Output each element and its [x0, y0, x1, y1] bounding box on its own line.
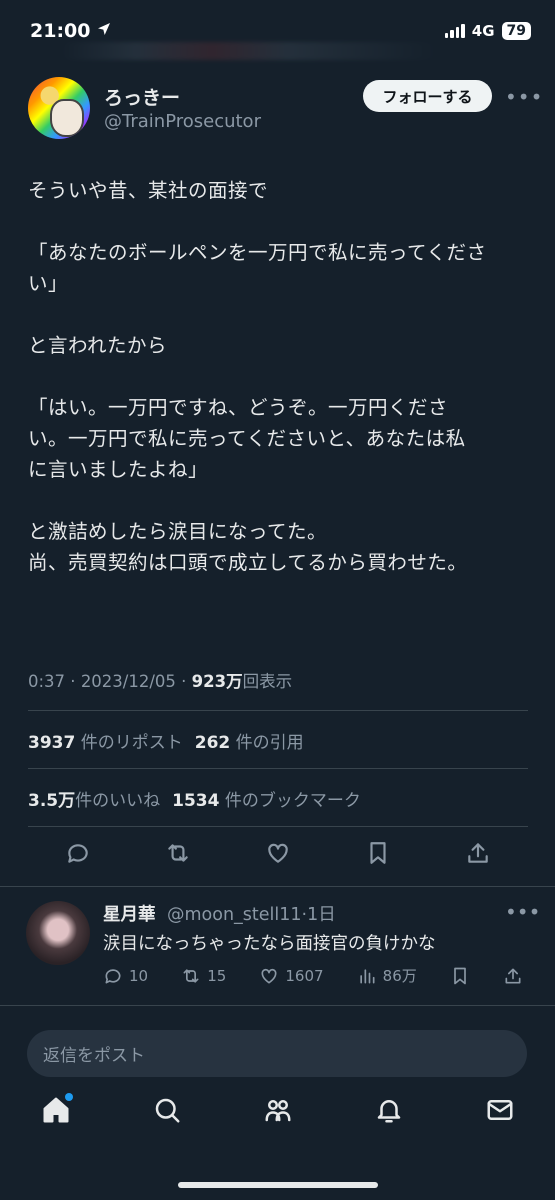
tweet-text: そういや昔、某社の面接で 「あなたのボールペンを一万円で私に売ってくださ い」 …: [28, 179, 487, 574]
share-icon[interactable]: [465, 840, 491, 870]
share-icon: [505, 968, 521, 983]
communities-tab[interactable]: [263, 1095, 293, 1129]
bookmark-icon[interactable]: [365, 840, 391, 870]
reply-icon: [105, 968, 121, 983]
status-indicators: 4G 79: [444, 22, 531, 40]
notifications-tab[interactable]: [374, 1095, 404, 1129]
repost-icon: [183, 968, 199, 983]
reply-text: 涙目になっちゃったなら面接官の負けかな: [103, 934, 436, 954]
notifications-icon: [377, 1100, 400, 1123]
divider: [28, 768, 528, 769]
communities-icon: [265, 1100, 290, 1122]
search-tab[interactable]: [152, 1095, 182, 1129]
bottom-tab-bar: [0, 1093, 555, 1129]
tweet-time: 0:37: [28, 672, 66, 691]
reply-share-button[interactable]: [503, 966, 523, 986]
battery-icon: 79: [501, 22, 531, 40]
messages-tab[interactable]: [485, 1095, 515, 1129]
view-label: 回表示: [242, 672, 293, 691]
reply-more-icon[interactable]: •••: [505, 900, 540, 924]
tweet-meta: 0:37 · 2023/12/05 · 923万回表示: [28, 672, 293, 691]
home-tab[interactable]: [41, 1093, 73, 1129]
repost-stats: 3937 件のリポスト 262 件の引用: [28, 728, 304, 753]
follow-button[interactable]: フォローする: [363, 80, 492, 112]
more-options-icon[interactable]: •••: [505, 85, 543, 109]
notification-dot: [64, 1093, 73, 1101]
quotes-link[interactable]: 262 件の引用: [195, 728, 304, 753]
views-icon: [359, 968, 375, 983]
search-icon: [155, 1098, 179, 1123]
reply-input[interactable]: 返信をポスト: [27, 1030, 527, 1077]
bookmarks-link[interactable]: 1534 件のブックマーク: [172, 786, 361, 811]
faded-banner: [60, 42, 440, 60]
author-name[interactable]: ろっきー: [104, 83, 180, 110]
reply-author-handle[interactable]: @moon_stell11·1日: [167, 901, 336, 926]
signal-icon: [444, 24, 465, 38]
reposts-link[interactable]: 3937 件のリポスト: [28, 728, 183, 753]
reply-icon[interactable]: [65, 840, 91, 870]
like-icon: [261, 968, 277, 983]
tweet-actions: [28, 840, 528, 870]
reply-repost-button[interactable]: 15: [181, 966, 226, 986]
home-indicator: [178, 1182, 378, 1188]
tweet-date: 2023/12/05: [80, 672, 176, 691]
clock-text: 21:00: [30, 20, 91, 42]
messages-icon: [487, 1100, 512, 1120]
divider: [0, 886, 555, 887]
repost-icon[interactable]: [165, 840, 191, 870]
location-arrow-icon: [96, 20, 112, 42]
view-count: 923万: [191, 672, 243, 691]
reply-views-button[interactable]: 86万: [357, 965, 417, 986]
divider: [28, 710, 528, 711]
like-stats: 3.5万件のいいね 1534 件のブックマーク: [28, 786, 361, 811]
likes-link[interactable]: 3.5万件のいいね: [28, 786, 160, 811]
like-icon[interactable]: [265, 840, 291, 870]
reply-author-name[interactable]: 星月華: [103, 901, 156, 926]
author-avatar[interactable]: [28, 77, 90, 139]
reply-reply-button[interactable]: 10: [103, 966, 148, 986]
reply-bookmark-button[interactable]: [450, 966, 470, 986]
network-type: 4G: [471, 22, 495, 40]
author-handle[interactable]: @TrainProsecutor: [104, 111, 261, 132]
bookmark-icon: [454, 967, 466, 984]
status-time: 21:00: [30, 20, 112, 42]
reply-avatar[interactable]: [26, 901, 90, 965]
reply-actions: 10 15 1607 86万: [103, 965, 523, 986]
divider: [0, 1005, 555, 1006]
reply-like-button[interactable]: 1607: [259, 966, 324, 986]
divider: [28, 826, 528, 827]
